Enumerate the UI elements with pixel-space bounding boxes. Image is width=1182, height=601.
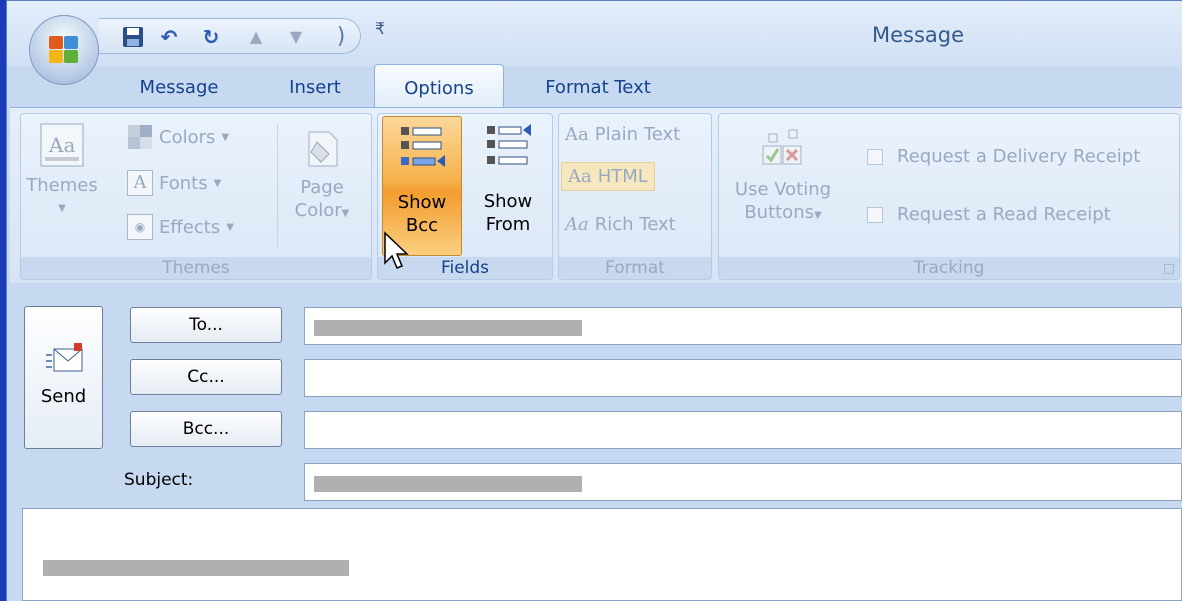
quick-access-toolbar: ↶ ↻ ▲ ▼ ) [99, 18, 361, 54]
show-from-label-2: From [485, 214, 531, 235]
show-from-label-1: Show [483, 191, 533, 212]
ribbon: Aa Themes ▼ Colors ▼ A Fonts ▼ ◉ Effects ▼ … [10, 107, 1182, 283]
delivery-receipt-checkbox[interactable]: Request a Delivery Receipt [867, 146, 1140, 167]
tab-options-label: Options [404, 78, 474, 99]
show-bcc-label-1: Show [397, 192, 447, 213]
plain-text-button[interactable]: Aa Plain Text [565, 124, 680, 145]
plain-text-label: Plain Text [594, 124, 681, 145]
colors-icon [128, 125, 152, 149]
voting-label-1: Use Voting [734, 179, 832, 200]
office-button[interactable] [29, 15, 99, 85]
group-divider [277, 124, 278, 249]
tab-message-label: Message [139, 77, 219, 98]
plain-text-icon: Aa [565, 124, 589, 145]
tab-format-text[interactable]: Format Text [533, 77, 663, 103]
effects-icon: ◉ [127, 214, 153, 240]
themes-icon: Aa [40, 123, 84, 167]
themes-button[interactable]: Aa Themes ▼ [23, 122, 101, 220]
subject-field[interactable] [304, 463, 1182, 501]
colors-button[interactable]: Colors ▼ [127, 124, 229, 150]
bcc-field[interactable] [304, 411, 1182, 449]
delivery-receipt-check[interactable] [867, 148, 883, 165]
page-color-button[interactable]: Page Color▼ [283, 128, 361, 225]
up-arrow-icon[interactable]: ▲ [244, 25, 268, 49]
save-icon[interactable] [121, 25, 145, 49]
customize-dropdown-icon[interactable]: ₹ [375, 19, 385, 38]
fonts-button[interactable]: A Fonts ▼ [127, 170, 221, 196]
redacted-subject [314, 476, 582, 492]
html-button[interactable]: Aa HTML [561, 162, 655, 191]
tab-insert-label: Insert [289, 77, 341, 98]
svg-text:Aa: Aa [48, 133, 75, 157]
page-color-label-2: Color [294, 200, 342, 221]
send-envelope-icon [45, 343, 82, 372]
read-receipt-label: Request a Read Receipt [897, 204, 1111, 225]
themes-group: Aa Themes ▼ Colors ▼ A Fonts ▼ ◉ Effects ▼ … [20, 113, 372, 280]
undo-icon[interactable]: ↶ [157, 25, 181, 49]
show-from-button[interactable]: Show From [468, 122, 548, 236]
format-group-label: Format [559, 257, 711, 279]
effects-button[interactable]: ◉ Effects ▼ [127, 214, 234, 240]
fonts-label: Fonts [159, 172, 208, 194]
tab-message[interactable]: Message [129, 77, 229, 103]
use-voting-buttons-button[interactable]: Use Voting Buttons▼ [723, 128, 843, 227]
qat-end-icon: ) [336, 24, 346, 49]
rich-text-icon: Aa [565, 214, 589, 235]
tracking-dialog-launcher-icon[interactable] [1164, 264, 1174, 274]
read-receipt-checkbox[interactable]: Request a Read Receipt [867, 204, 1111, 225]
voting-icon [762, 129, 802, 165]
office-logo-icon [49, 36, 79, 64]
window-title: Message [872, 23, 965, 47]
cc-label: Cc... [187, 367, 225, 387]
effects-label: Effects [159, 216, 221, 238]
fonts-icon: A [127, 170, 153, 196]
colors-label: Colors [159, 126, 216, 148]
bcc-button[interactable]: Bcc... [130, 411, 282, 447]
page-color-label-1: Page [300, 177, 344, 198]
to-label: To... [189, 315, 223, 335]
message-body-editor[interactable] [22, 508, 1182, 601]
themes-button-label: Themes [26, 175, 98, 196]
down-arrow-icon[interactable]: ▼ [284, 25, 308, 49]
bcc-label: Bcc... [182, 419, 230, 439]
format-group: Aa Plain Text Aa HTML Aa Rich Text Forma… [558, 113, 712, 280]
read-receipt-check[interactable] [867, 206, 883, 223]
tracking-group-label: Tracking [719, 257, 1179, 279]
redacted-recipient [314, 320, 582, 336]
show-from-icon [487, 124, 531, 165]
html-icon: Aa [568, 166, 592, 187]
mouse-cursor-icon [384, 231, 409, 269]
html-label: HTML [597, 166, 648, 187]
send-button[interactable]: Send [24, 306, 103, 449]
to-field[interactable] [304, 307, 1182, 345]
delivery-receipt-label: Request a Delivery Receipt [897, 146, 1141, 167]
tracking-group: Use Voting Buttons▼ Request a Delivery R… [718, 113, 1180, 280]
tab-options[interactable]: Options [374, 64, 504, 108]
voting-label-2: Buttons [744, 202, 814, 223]
subject-label: Subject: [124, 470, 194, 490]
cc-field[interactable] [304, 359, 1182, 397]
rich-text-label: Rich Text [594, 214, 676, 235]
themes-group-label: Themes [21, 257, 371, 279]
send-label: Send [40, 386, 87, 407]
page-color-icon [308, 131, 338, 167]
redo-icon[interactable]: ↻ [199, 25, 223, 49]
rich-text-button[interactable]: Aa Rich Text [565, 214, 676, 235]
tab-format-text-label: Format Text [545, 77, 651, 98]
to-button[interactable]: To... [130, 307, 282, 343]
cc-button[interactable]: Cc... [130, 359, 282, 395]
redacted-body-text [43, 560, 349, 576]
tab-insert[interactable]: Insert [275, 77, 355, 103]
show-bcc-icon [401, 127, 445, 167]
